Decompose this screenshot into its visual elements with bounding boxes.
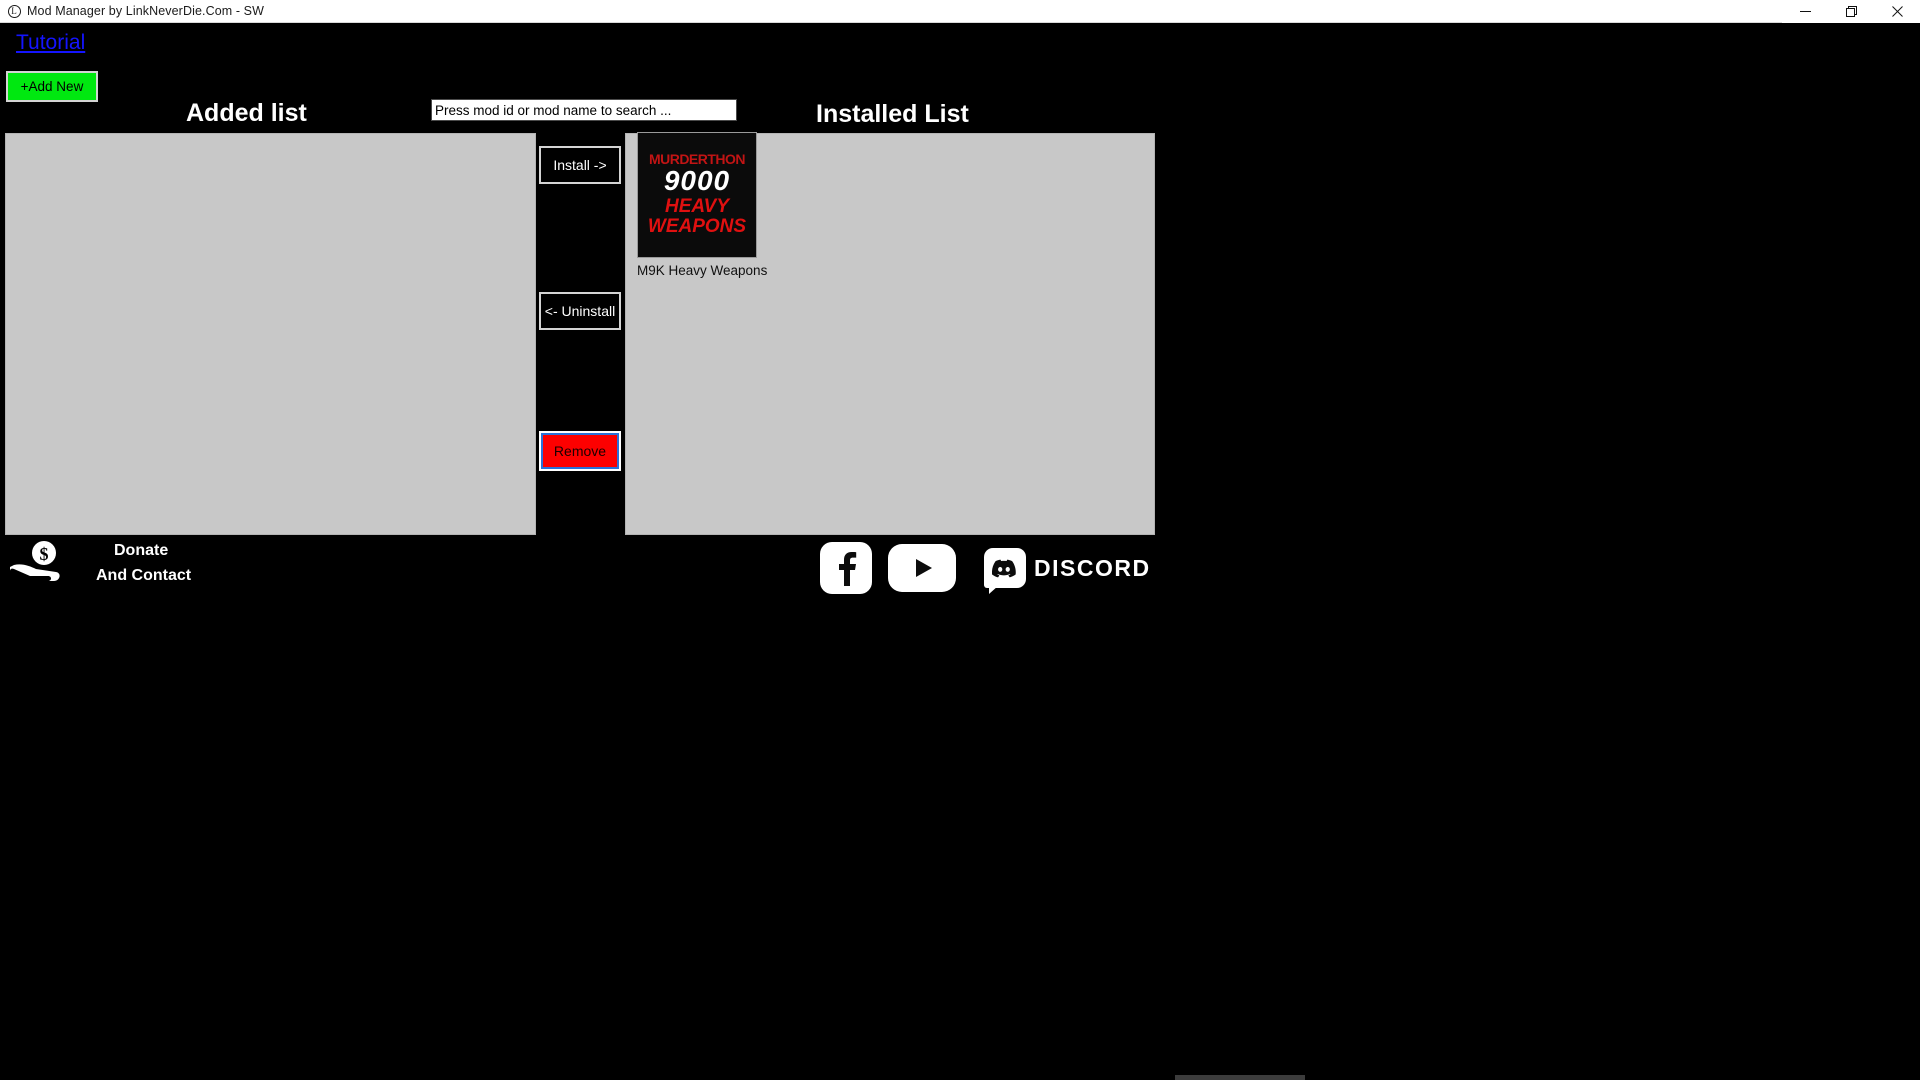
discord-icon xyxy=(992,559,1016,578)
svg-text:$: $ xyxy=(40,544,49,564)
donate-text: Donate And Contact xyxy=(96,538,191,588)
maximize-button[interactable] xyxy=(1828,0,1874,23)
minimize-button[interactable] xyxy=(1782,0,1828,23)
mod-item-label: M9K Heavy Weapons xyxy=(637,263,768,278)
mod-thumb-line-2: 9000 xyxy=(663,165,731,196)
window-controls xyxy=(1782,0,1920,23)
donate-line-2: And Contact xyxy=(96,567,192,584)
window-title: Mod Manager by LinkNeverDie.Com - SW xyxy=(27,4,265,18)
uninstall-button[interactable]: <- Uninstall xyxy=(539,292,621,330)
close-button[interactable] xyxy=(1874,0,1920,23)
minimize-icon xyxy=(1799,11,1811,12)
mod-thumbnail: MURDERTHON 9000 HEAVY WEAPONS xyxy=(637,132,757,258)
hand-holding-coin-icon: $ xyxy=(10,541,60,583)
window-titlebar: L Mod Manager by LinkNeverDie.Com - SW xyxy=(0,0,1920,23)
remove-button[interactable]: Remove xyxy=(539,431,621,471)
youtube-icon xyxy=(916,559,932,577)
search-input[interactable] xyxy=(431,99,737,121)
tutorial-link[interactable]: Tutorial xyxy=(16,31,85,55)
added-list-heading: Added list xyxy=(186,99,307,127)
app-icon: L xyxy=(6,3,22,19)
discord-button[interactable]: DISCORD xyxy=(984,548,1151,594)
facebook-button[interactable] xyxy=(820,542,872,594)
discord-wordmark: DISCORD xyxy=(1034,554,1151,581)
discord-badge xyxy=(984,548,1026,594)
restore-icon xyxy=(1845,6,1857,17)
install-button[interactable]: Install -> xyxy=(539,146,621,184)
installed-list-heading: Installed List xyxy=(816,100,969,128)
added-list-panel[interactable] xyxy=(5,133,536,535)
remove-button-label: Remove xyxy=(541,433,619,469)
app-root: Tutorial +Add New Added list Installed L… xyxy=(0,23,1920,1080)
mod-thumb-line-3: HEAVY xyxy=(664,196,730,217)
donate-block[interactable]: $ Donate And Contact xyxy=(8,538,191,588)
social-links: DISCORD xyxy=(820,542,1151,594)
facebook-icon xyxy=(839,552,857,586)
close-icon xyxy=(1891,6,1903,17)
taskbar-indicator xyxy=(1175,1075,1305,1080)
donate-line-1: Donate xyxy=(114,542,169,559)
mod-thumb-line-1: MURDERTHON xyxy=(648,151,746,167)
youtube-button[interactable] xyxy=(888,544,956,592)
list-item[interactable]: MURDERTHON 9000 HEAVY WEAPONS M9K Heavy … xyxy=(637,132,768,278)
mod-thumb-line-4: WEAPONS xyxy=(647,216,747,237)
add-new-button[interactable]: +Add New xyxy=(6,71,98,102)
